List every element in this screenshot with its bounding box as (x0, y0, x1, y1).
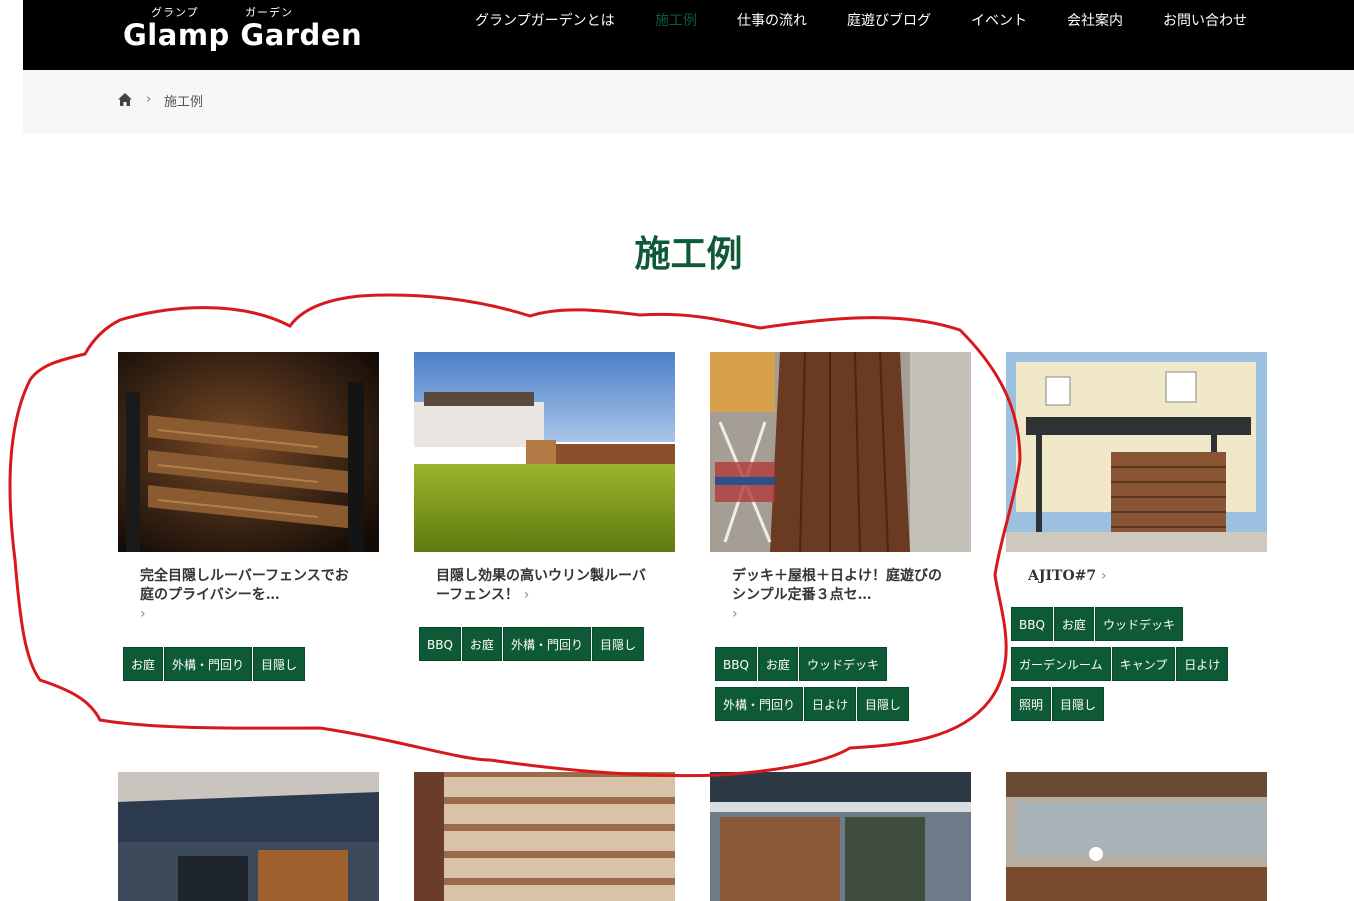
tag[interactable]: 目隠し (591, 627, 644, 661)
site-logo[interactable]: グランプ ガーデン Glamp Garden (123, 4, 362, 64)
home-icon[interactable] (117, 92, 133, 107)
breadcrumb-separator: › (146, 92, 152, 107)
chevron-right-icon: › (1101, 568, 1107, 584)
card-title[interactable]: デッキ＋屋根＋日よけ！庭遊びのシンプル定番３点セ… › (732, 567, 952, 624)
card-thumbnail[interactable] (414, 772, 675, 901)
nav-blog[interactable]: 庭遊びブログ (847, 10, 931, 30)
tag[interactable]: ウッドデッキ (798, 647, 887, 681)
page-title: 施工例 (634, 233, 743, 275)
page: グランプ ガーデン Glamp Garden グランプガーデンとは 施工例 仕事… (23, 0, 1354, 901)
tag[interactable]: お庭 (461, 627, 502, 661)
chevron-right-icon: › (140, 606, 146, 622)
chevron-right-icon: › (732, 606, 738, 622)
card-thumbnail[interactable] (1006, 772, 1267, 901)
tag[interactable]: ガーデンルーム (1011, 647, 1111, 681)
tag[interactable]: BBQ (419, 627, 461, 661)
tag[interactable]: 日よけ (1176, 647, 1229, 681)
nav-events[interactable]: イベント (971, 10, 1027, 30)
card-thumbnail[interactable] (1006, 352, 1267, 552)
nav-works[interactable]: 施工例 (655, 10, 697, 30)
breadcrumb: › 施工例 (23, 70, 1354, 133)
card-thumbnail[interactable] (118, 772, 379, 901)
tag[interactable]: 目隠し (253, 647, 306, 681)
tag[interactable]: お庭 (757, 647, 798, 681)
logo-text: Glamp Garden (123, 18, 363, 52)
card-tags: BBQ お庭 外構・門回り 目隠し (419, 627, 675, 667)
card-thumbnail[interactable] (710, 772, 971, 901)
nav-about[interactable]: グランプガーデンとは (475, 10, 615, 30)
tag[interactable]: 目隠し (1052, 687, 1105, 721)
tag[interactable]: 外構・門回り (715, 687, 804, 721)
breadcrumb-current: 施工例 (164, 95, 204, 110)
tag[interactable]: キャンプ (1111, 647, 1176, 681)
site-header: グランプ ガーデン Glamp Garden グランプガーデンとは 施工例 仕事… (23, 0, 1354, 70)
card-title[interactable]: 目隠し効果の高いウリン製ルーバーフェンス！ › (436, 567, 656, 605)
nav-company[interactable]: 会社案内 (1067, 10, 1123, 30)
tag[interactable]: BBQ (715, 647, 757, 681)
card-tags: BBQ お庭 ウッドデッキガーデンルーム キャンプ 日よけ照明 目隠し (1011, 607, 1267, 727)
card-thumbnail[interactable] (118, 352, 379, 552)
tag[interactable]: BBQ (1011, 607, 1053, 641)
tag[interactable]: 目隠し (857, 687, 910, 721)
card-title[interactable]: 完全目隠しルーバーフェンスでお庭のプライバシーを… › (140, 567, 360, 624)
tag[interactable]: 外構・門回り (502, 627, 591, 661)
chevron-right-icon: › (523, 587, 530, 603)
tag[interactable]: 照明 (1011, 687, 1052, 721)
card-title[interactable]: AJITO#7 › (1028, 567, 1248, 586)
nav-workflow[interactable]: 仕事の流れ (737, 10, 807, 30)
card-tags: お庭 外構・門回り 目隠し (123, 647, 379, 687)
tag[interactable]: お庭 (123, 647, 164, 681)
nav-contact[interactable]: お問い合わせ (1163, 10, 1247, 30)
card-thumbnail[interactable] (710, 352, 971, 552)
card-thumbnail[interactable] (414, 352, 675, 552)
card-tags: BBQ お庭 ウッドデッキ外構・門回り 日よけ 目隠し (715, 647, 971, 727)
tag[interactable]: ウッドデッキ (1094, 607, 1183, 641)
tag[interactable]: 日よけ (804, 687, 857, 721)
tag[interactable]: お庭 (1053, 607, 1094, 641)
tag[interactable]: 外構・門回り (164, 647, 253, 681)
